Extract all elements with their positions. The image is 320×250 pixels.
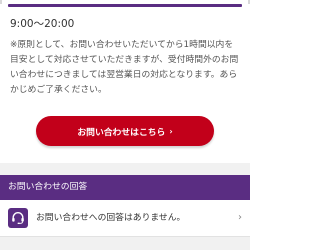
replies-section-header: お問い合わせの回答	[0, 175, 250, 200]
contact-us-button[interactable]: お問い合わせはこちら ›	[36, 116, 214, 146]
contact-us-button-label: お問い合わせはこちら	[77, 127, 166, 138]
chevron-right-icon: ›	[238, 212, 242, 223]
section-gap	[0, 163, 250, 175]
contact-page: 9:00～20:00 ※原則として、お問い合わせいただいてから1時間以内を目安と…	[0, 0, 250, 250]
headset-icon	[8, 208, 28, 228]
bottom-divider	[0, 236, 250, 250]
replies-list-item[interactable]: お問い合わせへの回答はありません。 ›	[0, 200, 250, 236]
no-replies-message: お問い合わせへの回答はありません。	[36, 213, 186, 223]
chevron-right-icon: ›	[169, 126, 173, 136]
top-divider	[8, 4, 242, 7]
response-note: ※原則として、お問い合わせいただいてから1時間以内を目安として対応させていただき…	[10, 40, 239, 95]
business-hours: 9:00～20:00	[10, 18, 75, 30]
